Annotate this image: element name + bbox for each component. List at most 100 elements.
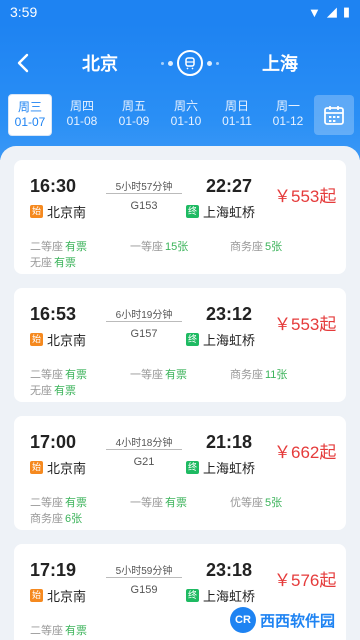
arrival-time: 22:27 [206,176,253,196]
status-time: 3:59 [10,4,38,20]
arrival-station: 终 上海虹桥 [186,330,255,349]
train-card[interactable]: 16:30 5小时57分钟 G153 22:27 始 北京南 终 上海虹桥 ￥5… [14,160,346,274]
swap-route[interactable] [161,50,219,76]
duration: 5小时57分钟 [115,182,173,193]
status-bar: 3:59 ▼ ◢ ▮ [0,0,360,24]
duration: 6小时19分钟 [115,310,173,321]
train-number: G157 [130,328,158,340]
seat-info: 二等座 有票 [30,369,87,381]
departure-time: 16:30 [30,176,77,196]
date-value: 01-10 [170,114,202,128]
arrival-station: 终 上海虹桥 [186,202,255,221]
date-weekday: 周一 [275,99,300,113]
seat-info: 优等座 5张 [230,497,283,509]
departure-station-name: 北京南 [47,589,87,604]
departure-station: 始 北京南 [30,202,86,221]
price: ￥662起 [274,443,337,462]
price: ￥553起 [274,315,337,334]
back-button[interactable] [8,48,38,78]
seat-info: 二等座 有票 [30,625,87,637]
duration-line [106,321,182,322]
start-badge: 始 [30,461,43,474]
arrival-time: 23:12 [206,304,253,324]
departure-station: 始 北京南 [30,458,86,477]
seat-info: 二等座 有票 [30,497,87,509]
seat-info: 一等座 15张 [130,241,189,253]
end-badge: 终 [186,205,199,218]
start-badge: 始 [30,589,43,602]
end-badge: 终 [186,461,199,474]
date-value: 01-12 [272,114,304,128]
date-weekday: 周三 [17,100,42,114]
seat-info: 商务座 5张 [230,241,283,253]
date-value: 01-08 [66,114,98,128]
seat-info: 商务座 11张 [230,369,288,381]
duration-line [106,577,182,578]
arrival-station-name: 上海虹桥 [203,205,256,220]
train-card[interactable]: 16:53 6小时19分钟 G157 23:12 始 北京南 终 上海虹桥 ￥5… [14,288,346,402]
seat-info: 无座 有票 [30,257,76,269]
arrival-time: 23:18 [206,560,253,580]
route-bar: 北京 上海 [60,48,320,78]
departure-station: 始 北京南 [30,330,86,349]
date-tab-2[interactable]: 周五 01-09 [112,94,156,136]
arrival-time: 21:18 [206,432,253,452]
departure-station: 始 北京南 [30,586,86,605]
date-value: 01-07 [14,115,46,129]
date-weekday: 周日 [224,99,249,113]
date-weekday: 周六 [173,99,198,113]
train-card[interactable]: 17:00 4小时18分钟 G21 21:18 始 北京南 终 上海虹桥 ￥66… [14,416,346,530]
departure-time: 17:19 [30,560,77,580]
calendar-icon [324,106,344,125]
start-badge: 始 [30,333,43,346]
train-number: G153 [130,200,158,212]
departure-time: 16:53 [30,304,77,324]
departure-station-name: 北京南 [47,205,87,220]
signal-icon: ◢ [326,4,337,19]
seat-info: 一等座 有票 [130,497,187,509]
date-strip: 周三 01-07 周四 01-08 周五 01-09 周六 01-10 周日 0… [0,94,360,142]
date-tab-0[interactable]: 周三 01-07 [8,94,52,136]
seat-info: 无座 有票 [30,385,76,397]
date-value: 01-09 [118,114,150,128]
wifi-icon: ▼ [307,4,321,20]
arrival-station-name: 上海虹桥 [203,333,256,348]
duration: 4小时18分钟 [115,438,173,449]
duration-line [106,449,182,450]
watermark-logo: CR [230,607,256,633]
seat-info: 一等座 有票 [130,369,187,381]
chevron-left-icon [17,53,29,73]
battery-icon: ▮ [342,4,350,19]
date-value: 01-11 [222,114,252,128]
date-weekday: 周四 [69,99,94,113]
seat-info: 商务座 6张 [30,513,83,525]
watermark-text: 西西软件园 [260,612,336,630]
departure-time: 17:00 [30,432,77,452]
departure-station-name: 北京南 [47,333,87,348]
duration: 5小时59分钟 [115,566,173,577]
arrival-station: 终 上海虹桥 [186,458,255,477]
end-badge: 终 [186,333,199,346]
departure-station-name: 北京南 [47,461,87,476]
date-tab-3[interactable]: 周六 01-10 [164,94,208,136]
date-weekday: 周五 [121,99,146,113]
duration-line [106,193,182,194]
watermark: CR 西西软件园 [230,600,360,640]
seat-info: 二等座 有票 [30,241,87,253]
date-tab-1[interactable]: 周四 01-08 [60,94,104,136]
to-city[interactable]: 上海 [240,50,320,76]
price: ￥576起 [274,571,337,590]
start-badge: 始 [30,205,43,218]
header: 北京 上海 周三 01-07 周四 01-08 周五 01-09 周六 01-1… [0,24,360,160]
end-badge: 终 [186,589,199,602]
price: ￥553起 [274,187,337,206]
calendar-button[interactable] [314,95,354,135]
date-tab-5[interactable]: 周一 01-12 [266,94,310,136]
date-tab-4[interactable]: 周日 01-11 [215,94,259,136]
arrival-station-name: 上海虹桥 [203,461,256,476]
from-city[interactable]: 北京 [60,50,140,76]
status-icons: ▼ ◢ ▮ [308,4,350,20]
train-number: G21 [133,456,155,468]
train-number: G159 [130,584,158,596]
train-swap-icon[interactable] [177,50,203,76]
